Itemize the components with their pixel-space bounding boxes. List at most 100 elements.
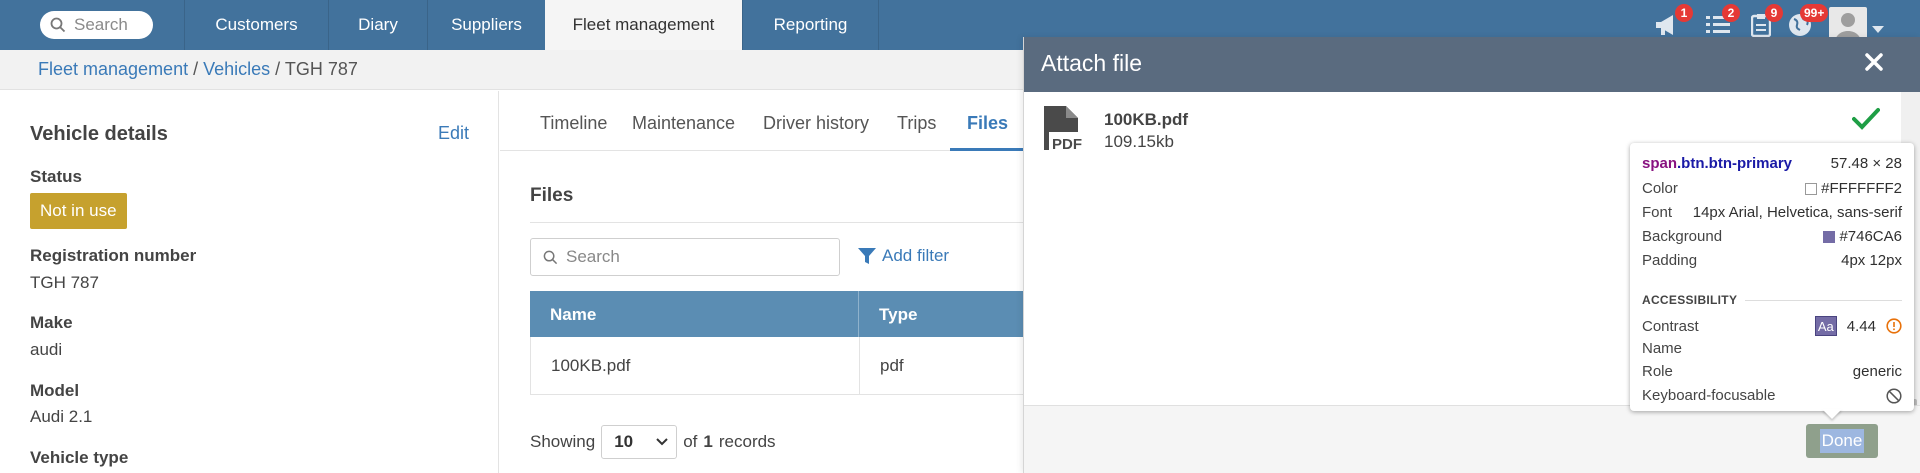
make-label: Make — [30, 313, 73, 332]
tab-trips[interactable]: Trips — [897, 113, 936, 134]
chevron-down-icon — [656, 438, 668, 446]
column-divider — [859, 337, 860, 395]
attached-file-name: 100KB.pdf — [1104, 110, 1189, 129]
pdf-icon-label: PDF — [1052, 136, 1082, 152]
tab-timeline[interactable]: Timeline — [540, 113, 607, 134]
column-header-name[interactable]: Name — [550, 305, 596, 325]
nav-tab-label: Customers — [215, 15, 298, 34]
main-nav: Customers Diary Suppliers Fleet manageme… — [184, 0, 879, 50]
model-label: Model — [30, 381, 80, 400]
files-search-placeholder: Search — [566, 247, 620, 266]
pdf-file-icon: PDF — [1042, 104, 1088, 157]
contrast-sample: Aa — [1814, 316, 1837, 336]
close-icon[interactable] — [1859, 47, 1889, 77]
padding-label: Padding — [1642, 252, 1698, 269]
color-swatch — [1805, 182, 1818, 195]
nav-tab-suppliers[interactable]: Suppliers — [427, 0, 545, 50]
breadcrumb-separator: / — [188, 59, 204, 79]
clipboard-badge: 9 — [1765, 4, 1783, 22]
files-section-title: Files — [530, 185, 574, 206]
status-badge: Not in use — [30, 193, 127, 229]
tab-driver-history[interactable]: Driver history — [763, 113, 869, 134]
not-focusable-icon — [1886, 387, 1902, 404]
column-divider — [858, 291, 859, 337]
element-selector: span.btn.btn-primary — [1642, 155, 1792, 172]
registration-value: TGH 787 — [30, 273, 99, 292]
keyboard-focusable-label: Keyboard-focusable — [1642, 387, 1776, 404]
breadcrumb-current: TGH 787 — [284, 59, 358, 79]
modal-header: Attach file — [1024, 37, 1920, 92]
nav-tab-label: Suppliers — [451, 15, 522, 34]
cell-file-name: 100KB.pdf — [551, 356, 631, 375]
files-search-input[interactable]: Search — [530, 238, 840, 276]
selector-classes: .btn.btn-primary — [1677, 155, 1793, 172]
global-search[interactable]: Search — [40, 11, 153, 39]
tooltip-name-row: Name — [1642, 340, 1902, 357]
edit-vehicle-link[interactable]: Edit — [438, 123, 469, 144]
background-value: #746CA6 — [1839, 228, 1902, 245]
contrast-label: Contrast — [1642, 317, 1699, 335]
nav-tab-label: Fleet management — [572, 15, 715, 34]
check-icon — [1852, 107, 1880, 136]
table-row[interactable]: 100KB.pdf pdf — [530, 337, 1023, 395]
model-value: Audi 2.1 — [30, 407, 93, 426]
cell-file-type: pdf — [880, 356, 904, 375]
vehicle-details-title: Vehicle details — [30, 123, 168, 145]
pagination-summary: Showing 10 of 1 records — [530, 425, 776, 459]
nav-tab-label: Diary — [358, 15, 398, 34]
name-label: Name — [1642, 340, 1683, 357]
records-label: records — [718, 432, 776, 451]
divider — [530, 222, 1023, 223]
tooltip-font-row: Font 14px Arial, Helvetica, sans-serif — [1642, 204, 1902, 221]
search-icon — [50, 17, 66, 33]
global-search-placeholder: Search — [74, 15, 128, 34]
content-tabs: Timeline Maintenance Driver history Trip… — [500, 91, 1023, 151]
app-root: Search Customers Diary Suppliers Fleet m… — [0, 0, 1920, 473]
nav-tab-fleet-management[interactable]: Fleet management — [545, 0, 742, 50]
add-filter-button[interactable]: Add filter — [858, 246, 949, 266]
tab-maintenance[interactable]: Maintenance — [632, 113, 735, 134]
tooltip-contrast-row: Contrast Aa 4.44 — [1642, 316, 1902, 336]
contrast-value: 4.44 — [1846, 317, 1876, 335]
vehicle-type-label: Vehicle type — [30, 448, 129, 467]
showing-label: Showing — [530, 432, 596, 451]
vehicle-details-panel: Vehicle details Edit Status Not in use R… — [0, 91, 499, 473]
breadcrumb-vehicles[interactable]: Vehicles — [203, 59, 270, 79]
nav-tab-diary[interactable]: Diary — [328, 0, 427, 50]
modal-title: Attach file — [1041, 50, 1142, 76]
background-swatch — [1823, 230, 1836, 243]
background-label: Background — [1642, 228, 1723, 245]
notification-badge: 1 — [1675, 4, 1693, 22]
color-value: #FFFFFFF2 — [1821, 180, 1902, 197]
page-size-select[interactable]: 10 — [601, 425, 678, 459]
of-label: of — [683, 432, 698, 451]
active-tab-indicator — [950, 148, 1023, 151]
done-button[interactable]: Done — [1806, 424, 1878, 458]
tooltip-padding-row: Padding 4px 12px — [1642, 252, 1902, 269]
tooltip-role-row: Role generic — [1642, 363, 1902, 380]
breadcrumb: Fleet management / Vehicles / TGH 787 — [38, 59, 358, 80]
nav-tab-customers[interactable]: Customers — [184, 0, 328, 50]
font-value: 14px Arial, Helvetica, sans-serif — [1692, 204, 1902, 221]
column-header-type[interactable]: Type — [879, 305, 917, 325]
tooltip-background-row: Background #746CA6 — [1642, 228, 1902, 245]
search-icon — [543, 250, 558, 264]
padding-value: 4px 12px — [1841, 252, 1902, 269]
color-label: Color — [1642, 180, 1678, 197]
warning-icon — [1886, 318, 1902, 334]
add-filter-label: Add filter — [882, 246, 950, 265]
selector-tag: span — [1642, 155, 1678, 172]
breadcrumb-fleet-management[interactable]: Fleet management — [38, 59, 188, 79]
tooltip-color-row: Color #FFFFFFF2 — [1642, 180, 1902, 197]
nav-tab-reporting[interactable]: Reporting — [742, 0, 879, 50]
registration-label: Registration number — [30, 246, 197, 265]
tooltip-keyboard-row: Keyboard-focusable — [1642, 387, 1902, 404]
files-table-header: Name Type — [530, 291, 1023, 337]
page-size-value: 10 — [614, 432, 634, 451]
total-records: 1 — [703, 432, 713, 451]
globe-badge: 99+ — [1800, 4, 1829, 22]
done-button-label: Done — [1819, 429, 1865, 453]
role-value: generic — [1852, 363, 1902, 380]
tab-files[interactable]: Files — [967, 113, 1008, 134]
tasks-badge: 2 — [1722, 4, 1740, 22]
